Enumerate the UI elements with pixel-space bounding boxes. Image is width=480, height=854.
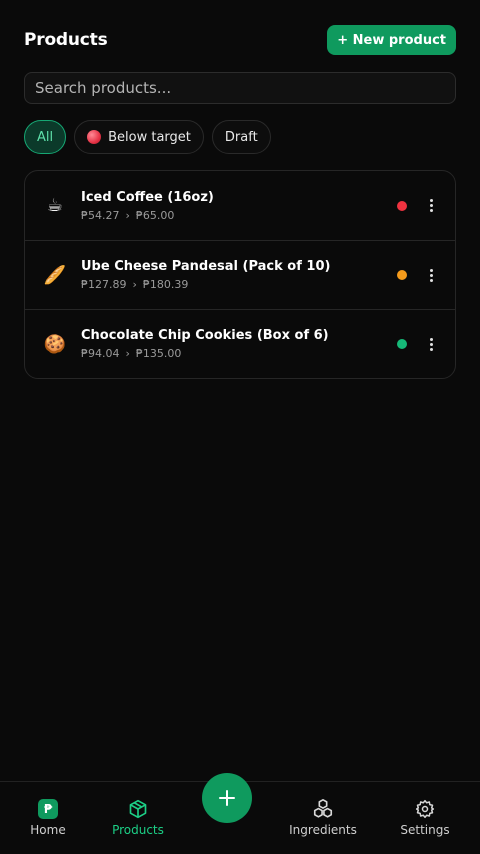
filter-chip-label: Below target [108, 129, 191, 145]
new-product-button[interactable]: + New product [327, 25, 456, 55]
more-options-icon[interactable] [423, 265, 439, 285]
filter-chip-label: All [37, 129, 54, 145]
page-title: Products [24, 30, 108, 50]
chevron-right-icon: › [132, 278, 137, 291]
product-info: Ube Cheese Pandesal (Pack of 10) ₱127.89… [81, 259, 397, 291]
add-fab-button[interactable] [202, 773, 252, 823]
product-price: ₱135.00 [135, 347, 182, 360]
product-prices: ₱127.89 › ₱180.39 [81, 278, 397, 291]
product-list: ☕ Iced Coffee (16oz) ₱54.27 › ₱65.00 🥖 U… [24, 170, 456, 379]
status-dot [397, 270, 407, 280]
nav-item-label: Ingredients [289, 823, 357, 837]
product-cost: ₱127.89 [81, 278, 127, 291]
product-info: Iced Coffee (16oz) ₱54.27 › ₱65.00 [81, 190, 397, 222]
filter-chip-draft[interactable]: Draft [211, 120, 271, 154]
cookie-icon: 🍪 [43, 333, 67, 355]
gear-icon [380, 798, 470, 820]
header: Products + New product [24, 25, 456, 55]
box-icon [93, 798, 183, 820]
product-name: Chocolate Chip Cookies (Box of 6) [81, 328, 329, 343]
search-input[interactable] [35, 79, 445, 97]
nav-item-label: Home [30, 823, 66, 837]
more-options-icon[interactable] [423, 196, 439, 216]
status-dot [397, 200, 407, 211]
nav-item-home[interactable]: ₱ Home [3, 798, 93, 837]
filter-chips: All Below target Draft [24, 120, 271, 154]
filter-chip-below-target[interactable]: Below target [74, 120, 204, 154]
nav-item-label: Settings [400, 823, 450, 837]
product-prices: ₱54.27 › ₱65.00 [81, 209, 397, 222]
filter-chip-all[interactable]: All [24, 120, 67, 154]
product-row[interactable]: 🥖 Ube Cheese Pandesal (Pack of 10) ₱127.… [25, 240, 455, 309]
product-name: Ube Cheese Pandesal (Pack of 10) [81, 259, 331, 274]
chevron-right-icon: › [125, 208, 130, 222]
home-logo-icon: ₱ [3, 798, 93, 820]
boxes-icon [278, 798, 368, 820]
coffee-icon: ☕ [46, 195, 64, 216]
product-row[interactable]: 🍪 Chocolate Chip Cookies (Box of 6) ₱94.… [25, 309, 455, 378]
nav-item-products[interactable]: Products [93, 798, 183, 837]
status-dot [397, 339, 407, 349]
search-bar [24, 72, 456, 104]
product-cost: ₱94.04 [81, 347, 120, 360]
product-name: Iced Coffee (16oz) [81, 189, 214, 205]
bread-icon: 🥖 [43, 264, 67, 286]
product-cost: ₱54.27 [81, 208, 120, 222]
plus-icon [219, 790, 235, 806]
nav-item-ingredients[interactable]: Ingredients [278, 798, 368, 837]
product-row[interactable]: ☕ Iced Coffee (16oz) ₱54.27 › ₱65.00 [25, 171, 455, 240]
filter-chip-label: Draft [224, 129, 258, 145]
product-prices: ₱94.04 › ₱135.00 [81, 347, 397, 360]
more-options-icon[interactable] [423, 334, 439, 354]
nav-item-settings[interactable]: Settings [380, 798, 470, 837]
product-info: Chocolate Chip Cookies (Box of 6) ₱94.04… [81, 328, 397, 360]
nav-item-label: Products [112, 823, 164, 837]
red-ball-icon [87, 130, 102, 144]
product-price: ₱180.39 [142, 278, 189, 291]
chevron-right-icon: › [125, 347, 130, 360]
product-price: ₱65.00 [135, 208, 175, 222]
